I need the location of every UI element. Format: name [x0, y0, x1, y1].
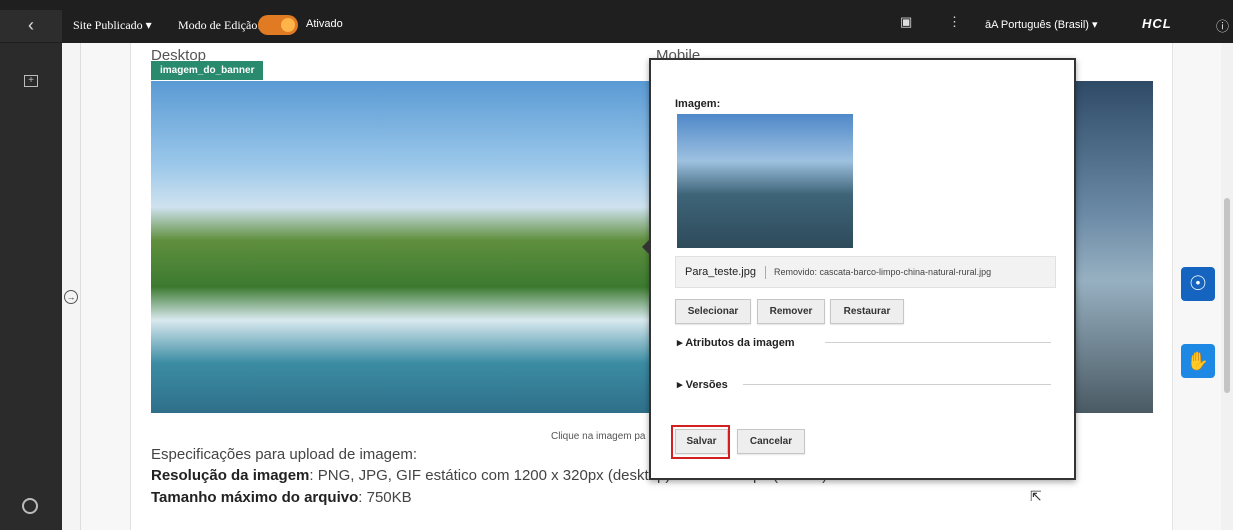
back-button[interactable]: ‹: [0, 10, 62, 42]
spec-title: Especificações para upload de imagem:: [151, 446, 417, 463]
removed-file-text: Removido: cascata-barco-limpo-china-natu…: [774, 267, 992, 277]
edit-mode-toggle[interactable]: [258, 15, 298, 35]
info-icon[interactable]: ⓘ: [1216, 16, 1229, 35]
translate-icon: āA: [985, 19, 998, 31]
expand-arrow-icon[interactable]: →: [64, 290, 78, 304]
edit-mode-status: Ativado: [306, 18, 343, 30]
save-highlight-box: [671, 425, 730, 459]
file-name: Para_teste.jpg: [685, 266, 756, 278]
spec-size-value: : 750KB: [358, 489, 412, 506]
banner-element-tag: imagem_do_banner: [151, 61, 264, 80]
section-versions-label: Versões: [685, 379, 728, 391]
select-button[interactable]: Selecionar: [675, 299, 751, 324]
page-margin-right: ☉ ✋: [1172, 43, 1221, 530]
dialog-pointer: [642, 238, 651, 256]
mobile-banner-image[interactable]: [1071, 81, 1153, 413]
spec-size-label: Tamanho máximo do arquivo: [151, 489, 359, 506]
add-component-icon[interactable]: +: [24, 75, 38, 87]
more-options-icon[interactable]: ⋮: [948, 14, 961, 30]
image-edit-dialog: Imagem: Para_teste.jpg Removido: cascata…: [642, 58, 1076, 480]
chevron-left-icon: ‹: [28, 15, 34, 35]
image-label: Imagem:: [675, 98, 721, 110]
hcl-logo: HCL: [1142, 16, 1172, 31]
sign-language-icon[interactable]: ✋: [1181, 344, 1215, 378]
remove-button[interactable]: Remover: [757, 299, 825, 324]
divider: [825, 342, 1051, 343]
image-caption: Clique na imagem pa: [551, 431, 646, 442]
scrollbar-thumb[interactable]: [1224, 198, 1230, 393]
site-published-dropdown[interactable]: Site Publicado ▾: [73, 18, 152, 33]
divider: [765, 266, 766, 279]
accessibility-icon[interactable]: ☉: [1181, 267, 1215, 301]
spec-resolution-label: Resolução da imagem: [151, 467, 310, 484]
restore-button[interactable]: Restaurar: [830, 299, 904, 324]
preview-icon[interactable]: ▣: [900, 14, 912, 30]
expand-triangle-icon: ▸: [677, 379, 683, 391]
desktop-banner-image[interactable]: [151, 81, 651, 413]
edit-mode-label: Modo de Edição:: [178, 18, 261, 32]
toggle-knob: [281, 18, 295, 32]
left-rail: +: [0, 43, 62, 530]
help-lifebuoy-icon[interactable]: [22, 498, 38, 514]
mouse-cursor-icon: ⇱: [1030, 488, 1042, 504]
language-dropdown[interactable]: āA Português (Brasil) ▾: [985, 18, 1098, 31]
spec-size: Tamanho máximo do arquivo: 750KB: [151, 489, 412, 506]
image-attributes-section[interactable]: ▸ Atributos da imagem: [677, 336, 1053, 349]
vertical-scrollbar[interactable]: [1221, 43, 1233, 530]
side-panel-toggle: →: [62, 43, 81, 530]
image-preview: [677, 114, 853, 248]
page-margin-left: [81, 43, 131, 530]
divider: [743, 384, 1051, 385]
expand-triangle-icon: ▸: [677, 337, 683, 349]
section-attributes-label: Atributos da imagem: [685, 337, 795, 349]
file-info: Para_teste.jpg Removido: cascata-barco-l…: [675, 256, 1056, 288]
top-toolbar: ‹ Site Publicado ▾ Modo de Edição: Ativa…: [0, 0, 1233, 43]
cancel-button[interactable]: Cancelar: [737, 429, 805, 454]
versions-section[interactable]: ▸ Versões: [677, 378, 1053, 391]
